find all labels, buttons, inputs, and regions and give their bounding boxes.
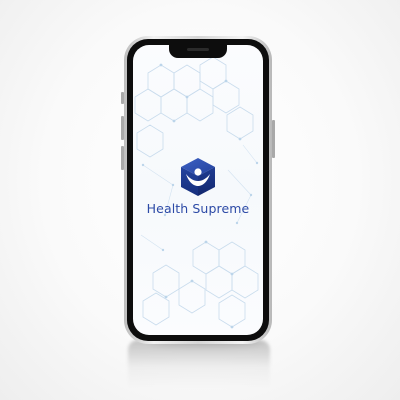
brand-logo-block: Health Supreme: [133, 157, 263, 216]
phone-notch: [169, 45, 227, 58]
power-button: [272, 120, 275, 158]
hexagon-person-logo-icon: [181, 158, 215, 196]
splash-screen: Health Supreme: [133, 45, 263, 335]
phone-reflection: [128, 340, 270, 400]
earpiece-speaker: [187, 48, 209, 51]
brand-name: Health Supreme: [146, 201, 250, 216]
